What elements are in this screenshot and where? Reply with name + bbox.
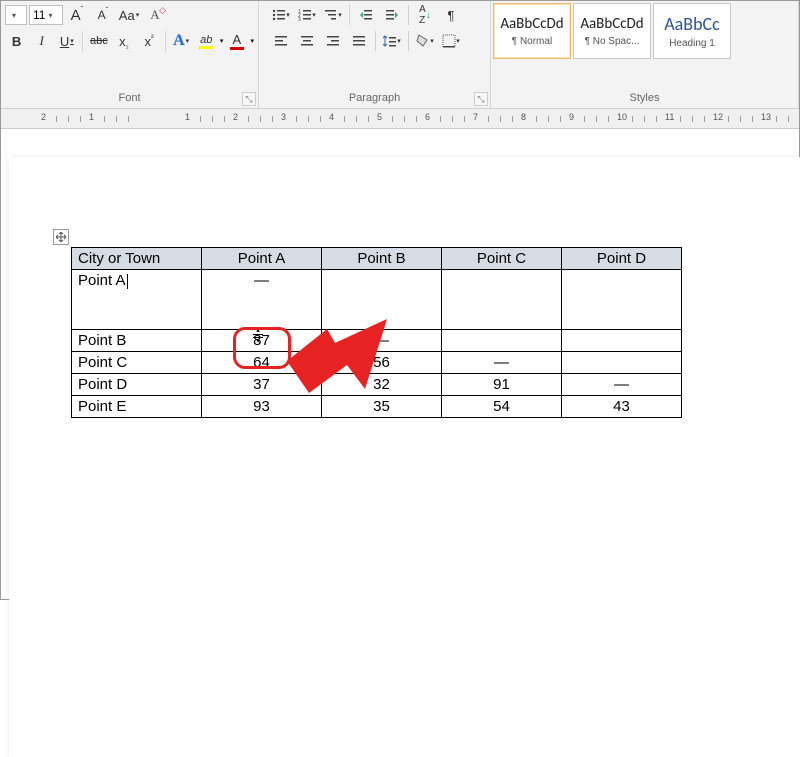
table-header: City or Town — [72, 248, 202, 270]
table-cell[interactable]: — — [562, 374, 682, 396]
ribbon: ▾ 11▾ Aˆ Aˇ Aa▾ A◇ B I U▾ abc x₂ x² A▾ a… — [1, 1, 799, 109]
svg-text:3: 3 — [298, 17, 301, 22]
bullets-button[interactable]: ▾ — [269, 3, 293, 27]
table-cell[interactable]: — — [442, 352, 562, 374]
table-cell[interactable]: 64 — [202, 352, 322, 374]
font-size-combo[interactable]: 11▾ — [29, 5, 63, 25]
table-cell[interactable]: 37 — [202, 374, 322, 396]
table-cell[interactable]: Point B — [72, 330, 202, 352]
font-color-button[interactable]: A — [225, 29, 248, 53]
table-header: Point A — [202, 248, 322, 270]
font-dialog-launcher[interactable]: ⤡ — [242, 92, 256, 106]
table-cell[interactable]: — — [322, 330, 442, 352]
paragraph-group-label: Paragraph — [259, 90, 490, 108]
horizontal-ruler[interactable]: 2112345678910111213 — [1, 109, 799, 129]
table-cell[interactable]: 32 — [322, 374, 442, 396]
table-cell[interactable]: — — [202, 270, 322, 330]
paragraph-dialog-launcher[interactable]: ⤡ — [474, 92, 488, 106]
italic-button[interactable]: I — [30, 29, 53, 53]
page: City or Town Point A Point B Point C Poi… — [9, 157, 800, 757]
change-case-button[interactable]: Aa▾ — [117, 3, 141, 27]
style-heading-1[interactable]: AaBbCc Heading 1 — [653, 3, 731, 59]
table-cell[interactable]: 54 — [442, 396, 562, 418]
style-normal[interactable]: AaBbCcDd ¶ Normal — [493, 3, 571, 59]
table-cell[interactable] — [442, 330, 562, 352]
table-move-handle[interactable] — [53, 229, 69, 245]
paragraph-group: ▾ 123▾ ▾ AZ↓ ¶ ▾ ▾ ▾ Par — [259, 1, 491, 108]
table-cell[interactable] — [562, 270, 682, 330]
table-row[interactable]: Point A — — [72, 270, 682, 330]
subscript-button[interactable]: x₂ — [112, 29, 135, 53]
table-cell[interactable]: Point C — [72, 352, 202, 374]
document-area[interactable]: City or Town Point A Point B Point C Poi… — [1, 129, 799, 599]
table-header: Point D — [562, 248, 682, 270]
align-center-button[interactable] — [295, 29, 319, 53]
sort-button[interactable]: AZ↓ — [413, 3, 437, 27]
strikethrough-button[interactable]: abc — [87, 29, 110, 53]
numbering-button[interactable]: 123▾ — [295, 3, 319, 27]
text-cursor — [127, 274, 128, 289]
decrease-indent-button[interactable] — [354, 3, 378, 27]
multilevel-list-button[interactable]: ▾ — [321, 3, 345, 27]
shrink-font-button[interactable]: Aˇ — [91, 3, 115, 27]
table-cell[interactable]: 91 — [442, 374, 562, 396]
superscript-button[interactable]: x² — [138, 29, 161, 53]
table-row[interactable]: Point D 37 32 91 — — [72, 374, 682, 396]
table-cell[interactable]: 87 — [202, 330, 322, 352]
styles-gallery[interactable]: AaBbCcDd ¶ Normal AaBbCcDd ¶ No Spac... … — [493, 3, 731, 59]
table-cell[interactable]: 93 — [202, 396, 322, 418]
table-header-row: City or Town Point A Point B Point C Poi… — [72, 248, 682, 270]
style-no-spacing[interactable]: AaBbCcDd ¶ No Spac... — [573, 3, 651, 59]
table-cell[interactable]: Point A — [72, 270, 202, 330]
align-right-button[interactable] — [321, 29, 345, 53]
borders-button[interactable]: ▾ — [439, 29, 463, 53]
clear-formatting-button[interactable]: A◇ — [143, 3, 167, 27]
justify-button[interactable] — [347, 29, 371, 53]
bold-button[interactable]: B — [5, 29, 28, 53]
table-header: Point C — [442, 248, 562, 270]
font-group: ▾ 11▾ Aˆ Aˇ Aa▾ A◇ B I U▾ abc x₂ x² A▾ a… — [1, 1, 259, 108]
font-group-label: Font — [1, 90, 258, 108]
table-row[interactable]: Point E 93 35 54 43 — [72, 396, 682, 418]
grow-font-button[interactable]: Aˆ — [65, 3, 89, 27]
table-cell[interactable] — [442, 270, 562, 330]
table-cell[interactable] — [322, 270, 442, 330]
text-effects-button[interactable]: A▾ — [170, 29, 193, 53]
table-row[interactable]: Point C 64 56 — — [72, 352, 682, 374]
table-cell[interactable] — [562, 330, 682, 352]
table-cell[interactable]: 43 — [562, 396, 682, 418]
increase-indent-button[interactable] — [380, 3, 404, 27]
align-left-button[interactable] — [269, 29, 293, 53]
styles-group: AaBbCcDd ¶ Normal AaBbCcDd ¶ No Spac... … — [491, 1, 799, 108]
table-cell[interactable]: Point E — [72, 396, 202, 418]
font-name-combo[interactable]: ▾ — [5, 5, 27, 25]
highlight-color-button[interactable]: ab — [195, 29, 218, 53]
distance-table[interactable]: City or Town Point A Point B Point C Poi… — [71, 247, 682, 418]
shading-button[interactable]: ▾ — [413, 29, 437, 53]
table-header: Point B — [322, 248, 442, 270]
table-row[interactable]: Point B 87 — — [72, 330, 682, 352]
line-spacing-button[interactable]: ▾ — [380, 29, 404, 53]
table-cell[interactable]: Point D — [72, 374, 202, 396]
underline-button[interactable]: U▾ — [55, 29, 78, 53]
table-cell[interactable]: 35 — [322, 396, 442, 418]
styles-group-label: Styles — [491, 90, 798, 108]
table-cell[interactable]: 56 — [322, 352, 442, 374]
show-marks-button[interactable]: ¶ — [439, 3, 463, 27]
table-cell[interactable] — [562, 352, 682, 374]
